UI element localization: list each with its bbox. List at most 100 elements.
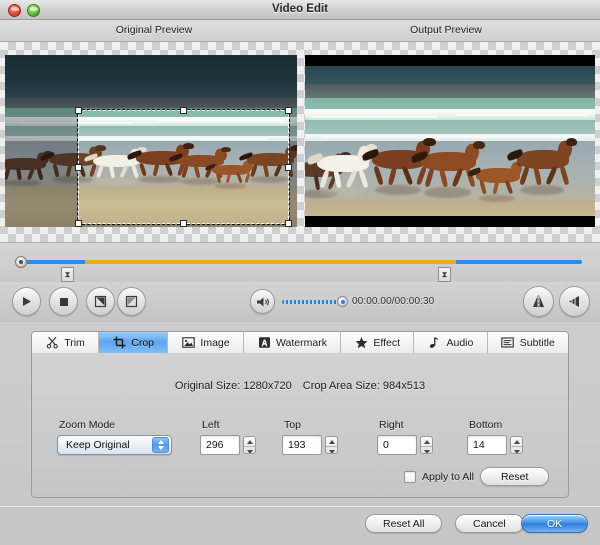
- mark-out-icon: [125, 295, 138, 308]
- ok-button[interactable]: OK: [521, 514, 589, 533]
- left-decrement[interactable]: [244, 447, 255, 453]
- top-input[interactable]: 193: [282, 435, 322, 455]
- tab-subtitle[interactable]: Subtitle: [488, 332, 568, 353]
- play-button[interactable]: [12, 287, 41, 316]
- letterbox-bottom: [305, 216, 595, 227]
- editor-tabs[interactable]: Trim Crop Image A Watermark Effect Audio…: [31, 331, 569, 354]
- size-info: Original Size: 1280x720 Crop Area Size: …: [32, 380, 568, 392]
- volume-button[interactable]: [250, 289, 275, 314]
- stop-icon: [59, 297, 69, 307]
- right-stepper[interactable]: 0: [377, 435, 433, 455]
- tab-watermark[interactable]: A Watermark: [244, 332, 342, 353]
- timeline-playhead[interactable]: [15, 256, 27, 268]
- tab-effect[interactable]: Effect: [341, 332, 415, 353]
- crop-handle-s[interactable]: [180, 220, 187, 227]
- volume-slider-knob[interactable]: [337, 296, 348, 307]
- subtitle-icon: [501, 336, 515, 350]
- bottom-stepper[interactable]: 14: [467, 435, 523, 455]
- left-increment[interactable]: [244, 437, 255, 447]
- bottom-stepper-buttons[interactable]: [510, 436, 523, 454]
- tab-audio-label: Audio: [446, 336, 474, 349]
- original-preview[interactable]: [5, 55, 297, 227]
- tab-crop[interactable]: Crop: [99, 332, 169, 353]
- left-input[interactable]: 296: [200, 435, 240, 455]
- fade-icon: [567, 294, 582, 309]
- fade-button[interactable]: [559, 286, 590, 317]
- apply-to-all-checkbox[interactable]: [404, 470, 416, 483]
- timeline-track[interactable]: [24, 260, 582, 264]
- crop-handle-se[interactable]: [285, 220, 292, 227]
- mark-out-button[interactable]: [117, 287, 146, 316]
- right-increment[interactable]: [421, 437, 432, 447]
- crop-handle-ne[interactable]: [285, 107, 292, 114]
- bottom-label: Bottom: [469, 419, 503, 431]
- cancel-button[interactable]: Cancel: [455, 514, 524, 533]
- music-note-icon: [427, 336, 441, 350]
- timeline-segment-selected: [85, 260, 457, 264]
- timeline[interactable]: ⧗ ⧗: [0, 242, 600, 282]
- left-label: Left: [202, 419, 220, 431]
- image-icon: [181, 336, 195, 350]
- bottom-input[interactable]: 14: [467, 435, 507, 455]
- crop-handle-nw[interactable]: [75, 107, 82, 114]
- transport-bar: 00:00.00/00:00:30: [0, 282, 600, 322]
- reset-all-button[interactable]: Reset All: [365, 514, 443, 533]
- tab-audio[interactable]: Audio: [414, 332, 488, 353]
- crop-dim-left: [5, 110, 78, 224]
- output-preview-label: Output Preview: [410, 24, 482, 36]
- crop-dim-bottom: [5, 224, 297, 227]
- bottom-increment[interactable]: [511, 437, 522, 447]
- tab-effect-label: Effect: [373, 336, 401, 349]
- left-stepper-buttons[interactable]: [243, 436, 256, 454]
- time-display: 00:00.00/00:00:30: [352, 296, 435, 307]
- crop-selection-rect[interactable]: [75, 107, 292, 227]
- top-stepper[interactable]: 193: [282, 435, 338, 455]
- crop-area-size-label: Crop Area Size: 984x513: [302, 380, 426, 392]
- bottom-decrement[interactable]: [511, 447, 522, 453]
- preview-area: [0, 42, 600, 242]
- top-label: Top: [284, 419, 301, 431]
- tab-subtitle-label: Subtitle: [519, 336, 555, 349]
- mark-in-icon: [94, 295, 107, 308]
- svg-text:A: A: [261, 337, 267, 347]
- trim-out-handle[interactable]: ⧗: [438, 267, 451, 282]
- output-preview-image: [305, 55, 595, 227]
- apply-reset-row: Apply to All Reset: [404, 467, 550, 486]
- timeline-segment-after: [456, 260, 582, 264]
- stop-button[interactable]: [49, 287, 78, 316]
- original-preview-label: Original Preview: [115, 24, 193, 36]
- tab-image[interactable]: Image: [168, 332, 244, 353]
- watermark-icon: A: [257, 336, 271, 350]
- top-stepper-buttons[interactable]: [325, 436, 338, 454]
- crop-handle-n[interactable]: [180, 107, 187, 114]
- title-bar: Video Edit: [0, 0, 600, 20]
- zoom-mode-select[interactable]: Keep Original: [57, 435, 172, 455]
- tab-image-label: Image: [200, 336, 230, 349]
- crop-dim-top: [5, 55, 297, 110]
- right-decrement[interactable]: [421, 447, 432, 453]
- footer-bar: Reset All Cancel OK: [0, 506, 600, 545]
- trim-in-handle[interactable]: ⧗: [61, 267, 74, 282]
- reset-button[interactable]: Reset: [479, 467, 550, 486]
- volume-slider[interactable]: [282, 300, 344, 304]
- crop-handle-w[interactable]: [75, 163, 82, 171]
- right-stepper-buttons[interactable]: [420, 436, 433, 454]
- right-input[interactable]: 0: [377, 435, 417, 455]
- original-size-label: Original Size: 1280x720: [174, 380, 292, 392]
- output-preview: [305, 55, 595, 227]
- top-decrement[interactable]: [326, 447, 337, 453]
- left-stepper[interactable]: 296: [200, 435, 256, 455]
- crop-handle-e[interactable]: [285, 163, 292, 171]
- tab-trim[interactable]: Trim: [32, 332, 100, 353]
- chevron-updown-icon: [152, 437, 169, 453]
- top-increment[interactable]: [326, 437, 337, 447]
- timeline-segment-before: [24, 260, 86, 264]
- flip-button[interactable]: [523, 286, 554, 317]
- apply-to-all-label: Apply to All: [422, 470, 474, 483]
- mark-in-button[interactable]: [86, 287, 115, 316]
- letterbox-top: [305, 55, 595, 66]
- video-edit-window: Video Edit Original Preview Output Previ…: [0, 0, 600, 545]
- zoom-mode-label: Zoom Mode: [59, 419, 116, 431]
- crop-handle-sw[interactable]: [75, 220, 82, 227]
- flip-icon: [531, 294, 546, 309]
